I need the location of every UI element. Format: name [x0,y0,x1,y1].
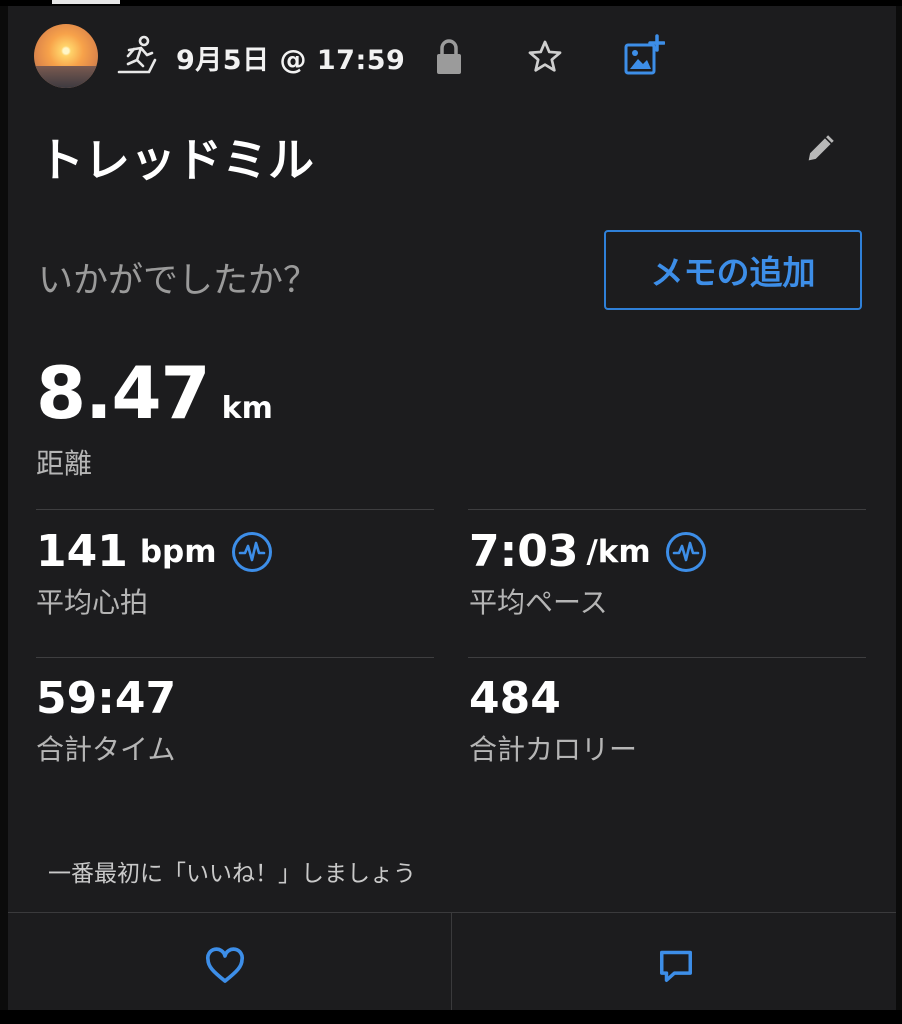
pace-unit: /km [586,533,651,570]
action-bar-separator [451,913,452,1011]
stat-total-time: 59:47 合計タイム [36,673,176,768]
heart-rate-zone-icon[interactable] [231,531,273,573]
bottom-strip [0,1010,902,1024]
add-photo-icon[interactable] [621,34,665,78]
stat-total-calories: 484 合計カロリー [469,673,637,768]
divider [36,509,434,510]
like-prompt: 一番最初に「いいね！」しましょう [48,861,416,887]
star-icon[interactable] [526,38,564,76]
activity-card: 9月5日 @ 17:59 トレッドミル いかがでしたか？ メモの追加 8.47 … [8,6,896,1011]
heart-rate-unit: bpm [139,533,217,570]
feedback-prompt: いかがでしたか？ [38,261,319,301]
heart-rate-value: 141 [36,526,128,577]
treadmill-runner-icon [117,35,157,74]
activity-title: トレッドミル [38,133,314,187]
stat-avg-heart-rate[interactable]: 141 bpm 平均心拍 [36,526,273,621]
activity-datetime: 9月5日 @ 17:59 [176,45,406,76]
stat-avg-pace[interactable]: 7:03 /km 平均ペース [469,526,707,621]
distance-label: 距離 [36,447,93,480]
distance-value: 8.47 [36,351,211,435]
divider [36,657,434,658]
distance-unit: km [221,391,273,426]
pace-value: 7:03 [469,526,579,577]
calories-value: 484 [469,673,561,724]
tab-indicator [52,0,120,4]
lock-icon[interactable] [434,37,464,77]
distance-value-row: 8.47 km [36,351,273,435]
action-bar [8,912,896,1011]
divider [468,509,866,510]
avatar[interactable] [34,24,98,88]
pace-zone-icon[interactable] [665,531,707,573]
edit-icon[interactable] [803,132,837,166]
heart-rate-label: 平均心拍 [36,586,149,619]
time-label: 合計タイム [36,733,176,766]
like-heart-icon[interactable] [205,947,245,985]
pace-label: 平均ペース [469,586,608,619]
calories-label: 合計カロリー [469,733,638,766]
comment-icon[interactable] [656,947,696,985]
add-memo-button[interactable]: メモの追加 [604,230,862,310]
time-value: 59:47 [36,673,177,724]
divider [468,657,866,658]
